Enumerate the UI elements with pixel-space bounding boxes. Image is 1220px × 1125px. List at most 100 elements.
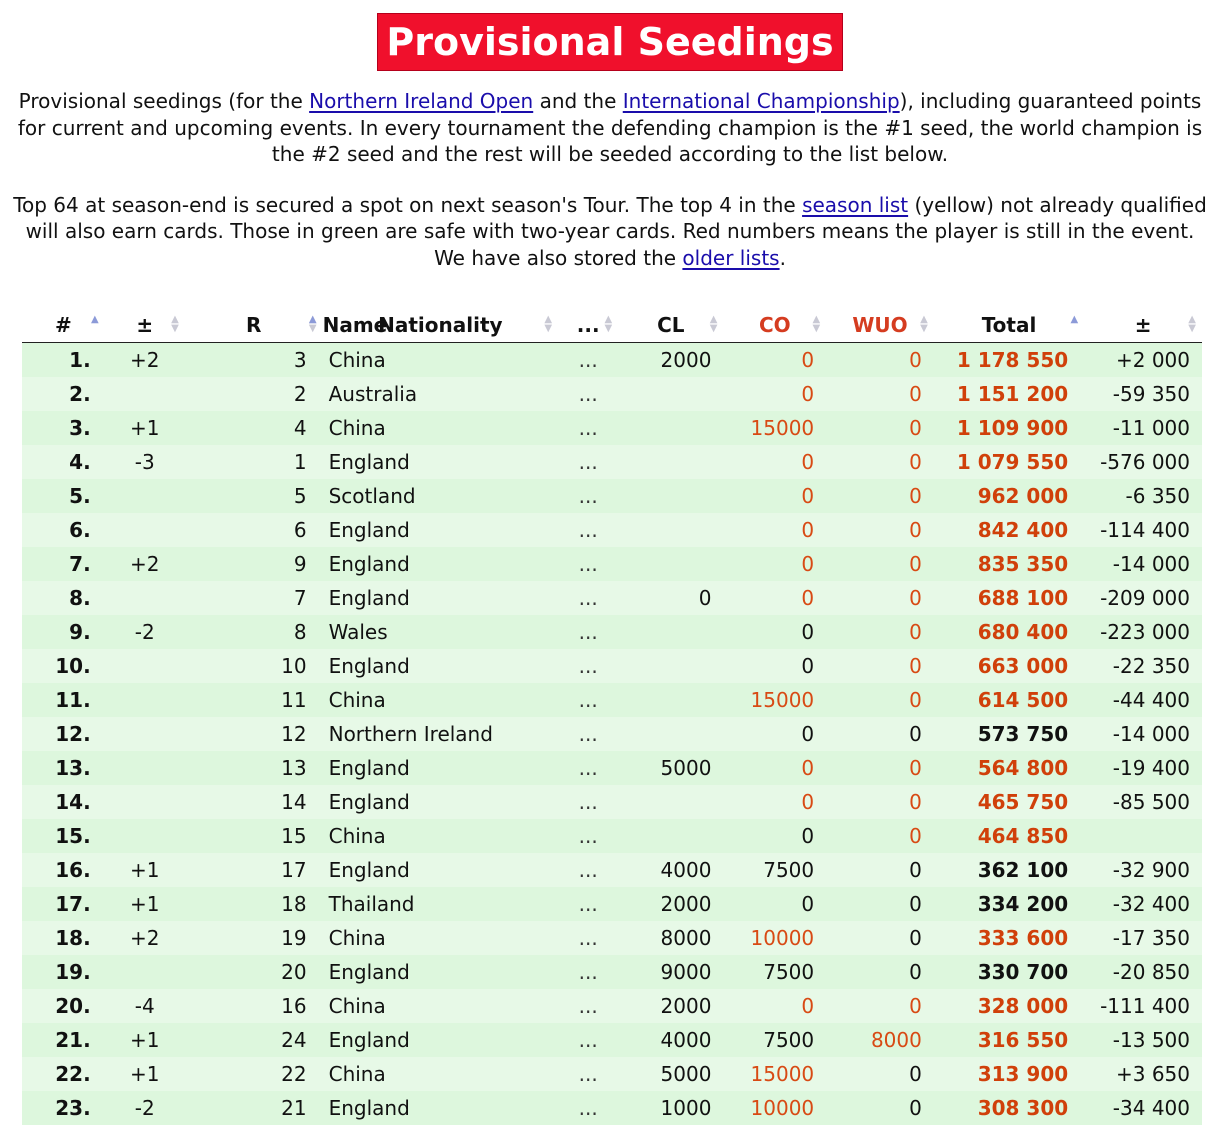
diff-cell [1084,819,1202,853]
table-row: 22.+122Zhou YuelongChina...5000150000313… [22,1057,1202,1091]
more-cell: ... [558,887,618,921]
more-cell: ... [558,989,618,1023]
nationality-cell: England [323,513,558,547]
cl-cell-value: 4000 [661,858,712,882]
total-cell: 835 350 [934,547,1084,581]
wuo-cell: 0 [826,343,934,378]
international-championship-link[interactable]: International Championship [623,89,900,113]
r-cell: 11 [185,683,323,717]
cl-cell [618,411,723,445]
diff-cell-value: -223 000 [1100,620,1190,644]
diff-cell-value: -111 400 [1100,994,1190,1018]
total-cell: 1 178 550 [934,343,1084,378]
r-cell-value: 1 [294,450,307,474]
table-row: 7.+29Mark SelbyEngland...00835 350-14 00… [22,547,1202,581]
nationality-cell-value: Scotland [329,484,416,508]
wuo-cell: 0 [826,717,934,751]
co-cell-value: 0 [801,450,814,474]
season-list-link[interactable]: season list [802,193,908,217]
northern-ireland-open-link[interactable]: Northern Ireland Open [309,89,533,113]
column-header-cl[interactable]: CL▲▼ [618,308,723,343]
co-cell: 10000 [723,1091,826,1125]
rank-cell: 10. [22,649,105,683]
cl-cell-value: 5000 [661,756,712,780]
diff-cell-value: -576 000 [1100,450,1190,474]
seedings-table-wrap: #▲ ±▲▼ R▲▼ Name▲ Nationality▲▼ ...▲▼ CL▲… [22,308,1202,1125]
diff-cell: -11 000 [1084,411,1202,445]
more-cell-value: ... [579,960,598,984]
nationality-cell-value: England [329,586,410,610]
total-cell-value: 680 400 [978,620,1068,644]
nationality-cell: England [323,649,558,683]
older-lists-link[interactable]: older lists [682,246,779,270]
diff-cell: -44 400 [1084,683,1202,717]
total-cell: 334 200 [934,887,1084,921]
rank-cell: 16. [22,853,105,887]
r-cell: 12 [185,717,323,751]
change-cell-value: +1 [130,1062,159,1086]
more-cell-value: ... [579,1062,598,1086]
r-cell-value: 20 [281,960,306,984]
co-cell-value: 0 [801,790,814,814]
diff-cell: -85 500 [1084,785,1202,819]
diff-cell-value: -6 350 [1126,484,1190,508]
sort-icon: ▲▼ [544,315,552,333]
change-cell [105,513,185,547]
column-header-wuo[interactable]: WUO▲▼ [826,308,934,343]
co-cell: 7500 [723,1023,826,1057]
diff-cell: -13 500 [1084,1023,1202,1057]
change-cell [105,717,185,751]
column-header-co[interactable]: CO▲▼ [723,308,826,343]
co-cell-value: 0 [801,586,814,610]
column-header-change[interactable]: ±▲▼ [105,308,185,343]
diff-cell: -14 000 [1084,547,1202,581]
column-header-rank[interactable]: #▲ [22,308,105,343]
co-cell-value: 7500 [763,960,814,984]
r-cell-value: 3 [294,348,307,372]
column-header-diff[interactable]: ±▲▼ [1084,308,1202,343]
co-cell: 0 [723,819,826,853]
nationality-cell: China [323,343,558,378]
column-header-nationality[interactable]: Nationality▲▼ [323,308,558,343]
r-cell-value: 22 [281,1062,306,1086]
total-cell: 330 700 [934,955,1084,989]
nationality-cell: Thailand [323,887,558,921]
change-cell [105,581,185,615]
more-cell: ... [558,921,618,955]
co-cell-value: 10000 [751,1096,815,1120]
diff-cell-value: -14 000 [1113,552,1190,576]
total-cell-value: 1 109 900 [957,416,1068,440]
total-cell: 614 500 [934,683,1084,717]
nationality-cell-value: England [329,552,410,576]
column-header-r-label: R [246,313,261,337]
column-header-rank-label: # [55,313,72,337]
cl-cell [618,513,723,547]
change-cell [105,785,185,819]
nationality-cell-value: England [329,1028,410,1052]
table-row: 17.+118Thepchaiya Un-NoohThailand...2000… [22,887,1202,921]
nationality-cell: China [323,819,558,853]
column-header-r[interactable]: R▲▼ [185,308,323,343]
change-cell: -2 [105,615,185,649]
rank-cell: 23. [22,1091,105,1125]
cl-cell [618,649,723,683]
co-cell-value: 15000 [751,1062,815,1086]
co-cell: 10000 [723,921,826,955]
wuo-cell: 0 [826,1091,934,1125]
co-cell-value: 0 [801,620,814,644]
table-row: 11.11Xiao GuodongChina...150000614 500-4… [22,683,1202,717]
nationality-cell: England [323,1023,558,1057]
rank-cell-value: 8. [69,586,91,610]
wuo-cell-value: 0 [909,620,922,644]
rank-cell: 6. [22,513,105,547]
column-header-total[interactable]: Total▲ [934,308,1084,343]
cl-cell: 5000 [618,1057,723,1091]
column-header-more[interactable]: ...▲▼ [558,308,618,343]
more-cell-value: ... [579,620,598,644]
cl-cell: 2000 [618,989,723,1023]
cl-cell: 9000 [618,955,723,989]
diff-cell-value: -14 000 [1113,722,1190,746]
wuo-cell: 0 [826,547,934,581]
rank-cell: 3. [22,411,105,445]
diff-cell: +2 000 [1084,343,1202,378]
